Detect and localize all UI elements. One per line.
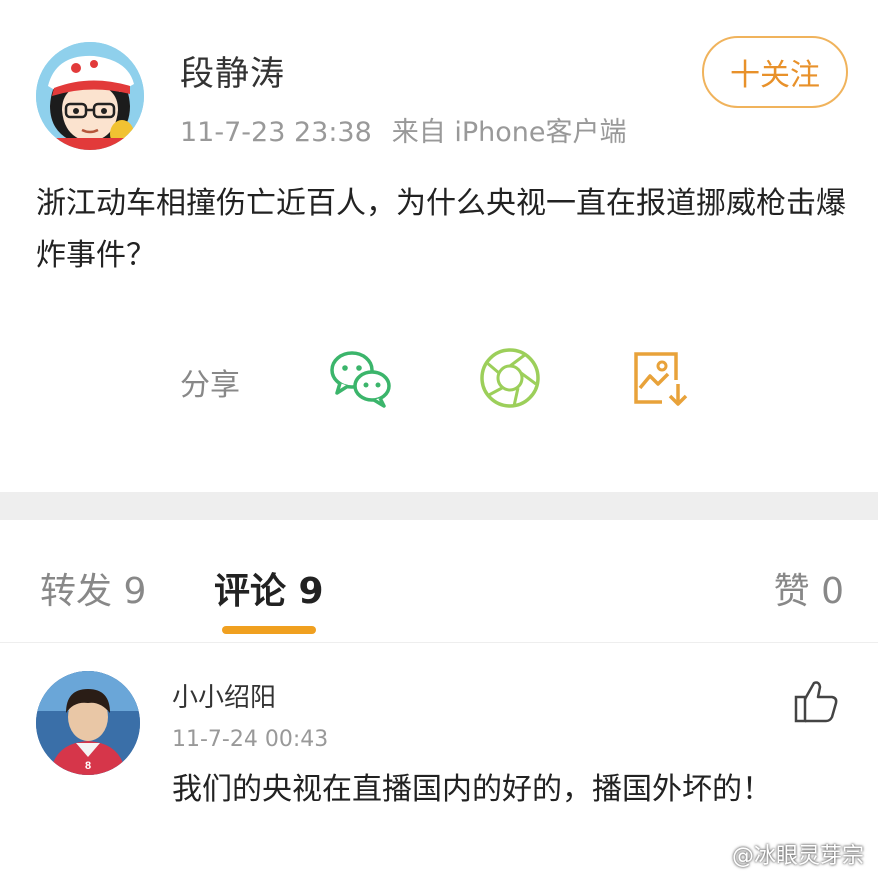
watermark: @冰眼灵芽宗 bbox=[731, 844, 864, 869]
share-label: 分享 bbox=[180, 368, 240, 403]
tab-repost[interactable]: 转发 9 bbox=[40, 562, 146, 614]
wechat-icon[interactable] bbox=[328, 346, 392, 410]
author-name[interactable]: 段静涛 bbox=[180, 46, 285, 95]
section-divider bbox=[0, 492, 878, 520]
comment-time: 11-7-24 00:43 bbox=[172, 727, 329, 752]
post-card: 段静涛 11-7-23 23:38 来自 iPhone客户端 十关注 浙江动车相撞… bbox=[0, 0, 878, 492]
tab-comments[interactable]: 评论 9 bbox=[214, 562, 324, 614]
active-tab-indicator bbox=[222, 626, 316, 634]
thumbs-up-icon[interactable] bbox=[792, 677, 840, 725]
post-meta: 11-7-23 23:38 来自 iPhone客户端 bbox=[180, 110, 627, 149]
commenter-avatar[interactable]: 8 bbox=[36, 671, 140, 775]
commenter-name[interactable]: 小小绍阳 bbox=[172, 677, 276, 714]
follow-button[interactable]: 十关注 bbox=[702, 36, 848, 108]
svg-text:8: 8 bbox=[85, 760, 91, 772]
moments-icon[interactable] bbox=[478, 346, 542, 410]
commenter-avatar-image: 8 bbox=[36, 671, 140, 775]
author-avatar-image bbox=[36, 42, 144, 150]
comment-text: 我们的央视在直播国内的好的，播国外坏的！ bbox=[172, 772, 772, 807]
post-source: 来自 iPhone客户端 bbox=[391, 117, 627, 148]
save-image-icon[interactable] bbox=[628, 346, 692, 410]
tab-likes[interactable]: 赞 0 bbox=[774, 562, 844, 614]
author-avatar[interactable] bbox=[36, 42, 144, 150]
interaction-tabs: 转发 9 评论 9 赞 0 bbox=[0, 520, 878, 643]
post-time: 11-7-23 23:38 bbox=[180, 117, 372, 148]
post-text: 浙江动车相撞伤亡近百人，为什么央视一直在报道挪威枪击爆炸事件？ bbox=[36, 186, 846, 273]
